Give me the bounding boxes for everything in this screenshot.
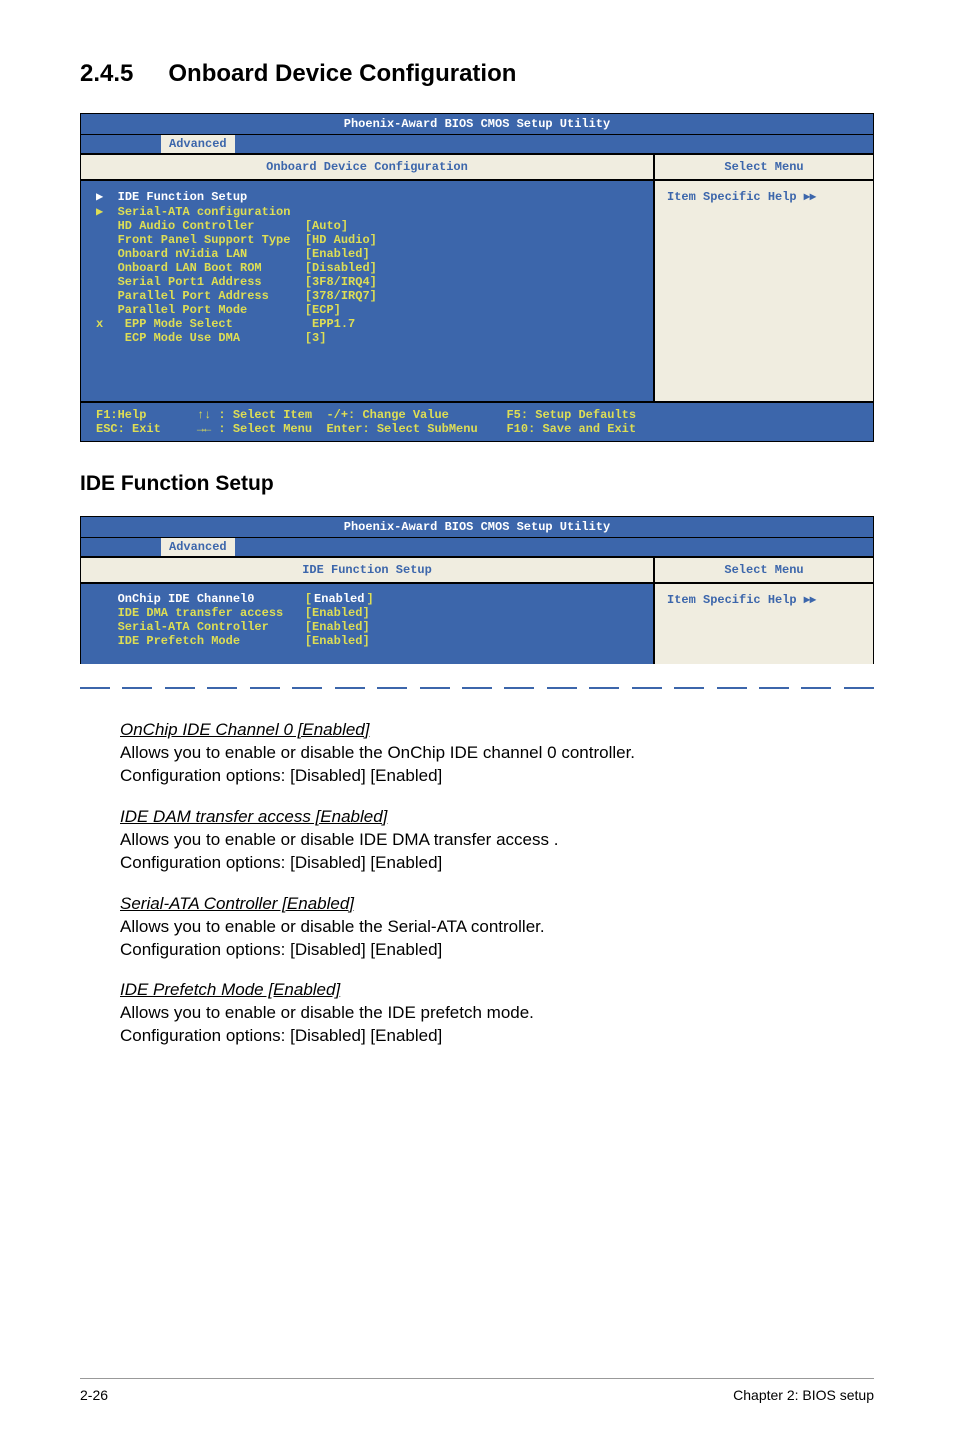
bios-main-panel: ▶ IDE Function Setup ▶ Serial-ATA config… xyxy=(81,181,653,401)
bios-header: Phoenix-Award BIOS CMOS Setup Utility xyxy=(81,114,873,134)
setting-value: [378/IRQ7] xyxy=(305,289,377,303)
bios-screen-main: Phoenix-Award BIOS CMOS Setup Utility Ad… xyxy=(80,113,874,442)
bios-help-panel: Item Specific Help ▸▸ xyxy=(653,584,873,664)
bios-setting-row[interactable]: Serial-ATA Controller [Enabled] xyxy=(96,620,638,634)
page-number: 2-26 xyxy=(80,1387,108,1403)
bios-setting-row[interactable]: Onboard nVidia LAN [Enabled] xyxy=(96,247,638,261)
option-desc: Allows you to enable or disable the OnCh… xyxy=(120,742,874,765)
bios-tab-advanced[interactable]: Advanced xyxy=(161,135,235,153)
help-text: Item Specific Help xyxy=(667,190,797,204)
setting-label: HD Audio Controller xyxy=(96,219,305,233)
bios-setting-row[interactable]: Onboard LAN Boot ROM [Disabled] xyxy=(96,261,638,275)
bios-panel-title: Onboard Device Configuration xyxy=(81,155,653,179)
bios-setting-row[interactable]: Parallel Port Address [378/IRQ7] xyxy=(96,289,638,303)
bios-tab-row: Advanced xyxy=(81,537,873,556)
option-desc: Allows you to enable or disable the Seri… xyxy=(120,916,874,939)
bios-title-row: IDE Function Setup Select Menu xyxy=(81,556,873,584)
section-heading: Onboard Device Configuration xyxy=(168,60,516,87)
setting-label: ▶ IDE Function Setup xyxy=(96,189,305,204)
option-description: IDE DAM transfer access [Enabled]Allows … xyxy=(120,806,874,875)
setting-label: IDE DMA transfer access xyxy=(96,606,305,620)
setting-label: Onboard nVidia LAN xyxy=(96,247,305,261)
bios-setting-row[interactable]: OnChip IDE Channel0 [Enabled] xyxy=(96,592,638,606)
bios-footer: F1:Help ↑↓ : Select Item -/+: Change Val… xyxy=(81,401,873,441)
option-opts: Configuration options: [Disabled] [Enabl… xyxy=(120,1025,874,1048)
bios-help-title: Select Menu xyxy=(653,558,873,582)
bios-title-row: Onboard Device Configuration Select Menu xyxy=(81,153,873,181)
subsection-title: IDE Function Setup xyxy=(80,472,874,496)
setting-value: [ECP] xyxy=(305,303,341,317)
truncation-line xyxy=(80,687,874,689)
setting-label: IDE Prefetch Mode xyxy=(96,634,305,648)
bios-main-panel: OnChip IDE Channel0 [Enabled] IDE DMA tr… xyxy=(81,584,653,664)
bios-help-panel: Item Specific Help ▸▸ xyxy=(653,181,873,401)
setting-value: [Enabled] xyxy=(305,606,370,620)
bios-setting-row[interactable]: ▶ IDE Function Setup xyxy=(96,189,638,204)
setting-value: [Enabled] xyxy=(305,247,370,261)
option-opts: Configuration options: [Disabled] [Enabl… xyxy=(120,939,874,962)
page-footer: 2-26 Chapter 2: BIOS setup xyxy=(80,1378,874,1403)
bios-setting-row[interactable]: HD Audio Controller [Auto] xyxy=(96,219,638,233)
setting-label: ECP Mode Use DMA xyxy=(96,331,305,345)
setting-label: Parallel Port Mode xyxy=(96,303,305,317)
bios-header: Phoenix-Award BIOS CMOS Setup Utility xyxy=(81,517,873,537)
option-title: IDE DAM transfer access [Enabled] xyxy=(120,806,874,829)
setting-value: [Enabled] xyxy=(305,634,370,648)
setting-value: [Auto] xyxy=(305,219,348,233)
setting-value: [Disabled] xyxy=(305,261,377,275)
bios-setting-row[interactable]: IDE Prefetch Mode [Enabled] xyxy=(96,634,638,648)
bios-help-title: Select Menu xyxy=(653,155,873,179)
bios-setting-row[interactable]: Front Panel Support Type [HD Audio] xyxy=(96,233,638,247)
bios-setting-row[interactable]: IDE DMA transfer access [Enabled] xyxy=(96,606,638,620)
help-arrow-icon: ▸▸ xyxy=(804,592,816,606)
setting-value: [Enabled] xyxy=(305,620,370,634)
bios-panel-title: IDE Function Setup xyxy=(81,558,653,582)
setting-value: [3F8/IRQ4] xyxy=(305,275,377,289)
option-description: IDE Prefetch Mode [Enabled]Allows you to… xyxy=(120,979,874,1048)
option-description: OnChip IDE Channel 0 [Enabled]Allows you… xyxy=(120,719,874,788)
option-opts: Configuration options: [Disabled] [Enabl… xyxy=(120,852,874,875)
bios-setting-row[interactable]: ▶ Serial-ATA configuration xyxy=(96,204,638,219)
option-title: OnChip IDE Channel 0 [Enabled] xyxy=(120,719,874,742)
option-title: IDE Prefetch Mode [Enabled] xyxy=(120,979,874,1002)
section-number: 2.4.5 xyxy=(80,60,133,88)
chapter-label: Chapter 2: BIOS setup xyxy=(733,1387,874,1403)
option-title: Serial-ATA Controller [Enabled] xyxy=(120,893,874,916)
setting-value: EPP1.7 xyxy=(305,317,355,331)
setting-label: Front Panel Support Type xyxy=(96,233,305,247)
bios-screen-sub: Phoenix-Award BIOS CMOS Setup Utility Ad… xyxy=(80,516,874,664)
setting-value: [Enabled] xyxy=(305,592,374,606)
bios-setting-row[interactable]: Parallel Port Mode [ECP] xyxy=(96,303,638,317)
help-text: Item Specific Help xyxy=(667,593,797,607)
bios-tab-advanced[interactable]: Advanced xyxy=(161,538,235,556)
setting-label: Parallel Port Address xyxy=(96,289,305,303)
section-title: 2.4.5 Onboard Device Configuration xyxy=(80,60,874,88)
option-opts: Configuration options: [Disabled] [Enabl… xyxy=(120,765,874,788)
setting-label: Serial-ATA Controller xyxy=(96,620,305,634)
setting-value: [3] xyxy=(305,331,327,345)
setting-label: Serial Port1 Address xyxy=(96,275,305,289)
setting-label: ▶ Serial-ATA configuration xyxy=(96,204,305,219)
option-description: Serial-ATA Controller [Enabled]Allows yo… xyxy=(120,893,874,962)
bios-setting-row[interactable]: Serial Port1 Address [3F8/IRQ4] xyxy=(96,275,638,289)
bios-setting-row[interactable]: x EPP Mode Select EPP1.7 xyxy=(96,317,638,331)
setting-value: [HD Audio] xyxy=(305,233,377,247)
setting-label: OnChip IDE Channel0 xyxy=(96,592,305,606)
help-arrow-icon: ▸▸ xyxy=(804,189,816,203)
setting-label: x EPP Mode Select xyxy=(96,317,305,331)
setting-label: Onboard LAN Boot ROM xyxy=(96,261,305,275)
bios-tab-row: Advanced xyxy=(81,134,873,153)
option-desc: Allows you to enable or disable IDE DMA … xyxy=(120,829,874,852)
option-desc: Allows you to enable or disable the IDE … xyxy=(120,1002,874,1025)
bios-setting-row[interactable]: ECP Mode Use DMA [3] xyxy=(96,331,638,345)
